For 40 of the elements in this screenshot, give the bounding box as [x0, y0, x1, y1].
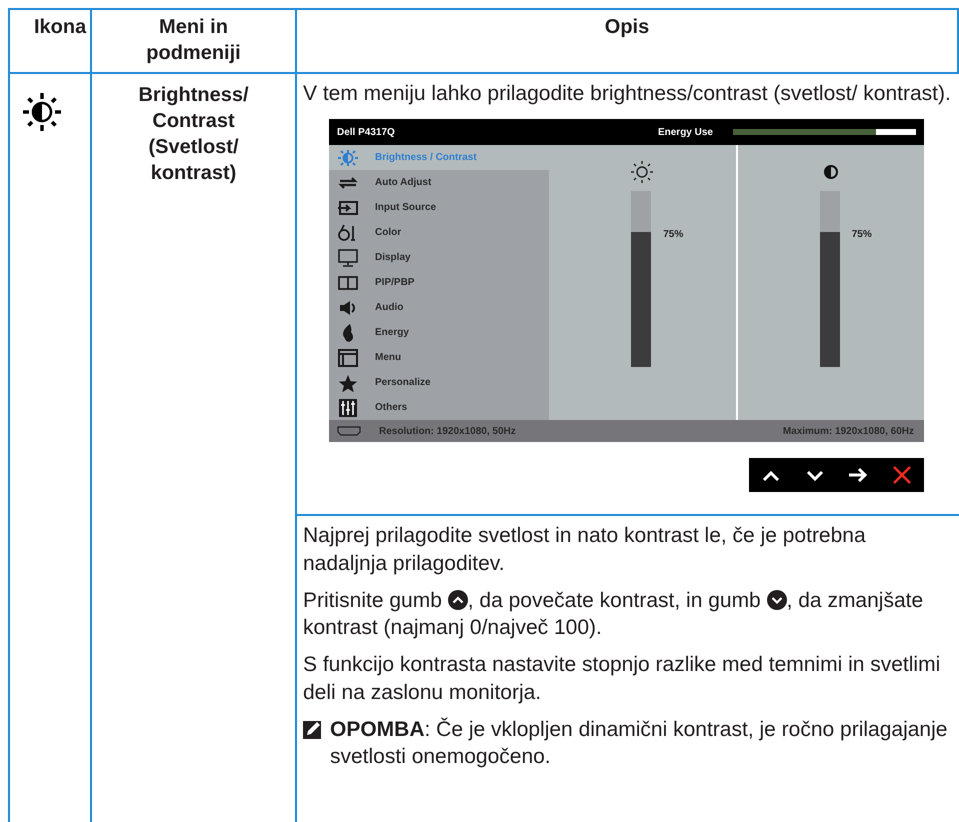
model-name: Dell P4317Q [337, 126, 396, 138]
slider-value: 75% [663, 229, 684, 242]
round-down-button-icon [766, 590, 787, 610]
description-text: Najprej prilagodite svetlost in nato kontrast le, če je potrebna nadaljnja prilagoditev. [303, 523, 867, 577]
osd-menu-item[interactable]: PIP/PBP [329, 270, 549, 296]
level-slider[interactable] [631, 191, 652, 368]
osd-menu-item[interactable]: Personalize [329, 370, 549, 396]
menu-item-icon [337, 248, 359, 267]
pencil-icon [303, 719, 323, 740]
energy-use-label: Energy Use [658, 126, 713, 138]
slider-value: 75% [852, 229, 873, 242]
column-header: Meni in podmeniji [92, 10, 297, 74]
osd-menu-item[interactable]: Energy [329, 320, 549, 346]
description-text: Pritisnite gumb , da povečate kontrast, in gumb , da zmanjšate kontrast (najmanj 0/največ 100). [303, 588, 924, 642]
osd-menu-item[interactable]: Input Source [329, 195, 549, 220]
menu-item-icon [337, 374, 359, 392]
brightness-contrast-icon [22, 92, 62, 132]
description-text: S funkcijo kontrasta nastavite stopnjo razlike med temnimi in svetlimi deli na zaslonu monitorja. [303, 652, 942, 706]
maximum-resolution-text: Maximum: 1920x1080, 60Hz [782, 426, 914, 437]
level-slider[interactable] [820, 191, 840, 368]
osd-menu-item[interactable]: Others [329, 395, 549, 420]
menu-item-icon [337, 148, 359, 167]
hdmi-port-icon [337, 426, 361, 436]
osd-menu-item[interactable]: Color [329, 220, 549, 246]
osd-menu-item[interactable]: Auto Adjust [329, 170, 549, 196]
description-text: V tem meniju lahko prilagodite brightness/contrast (svetlost/ kontrast). [303, 81, 952, 107]
menu-item-icon [337, 348, 359, 367]
osd-menu-item[interactable]: Display [329, 245, 549, 270]
round-up-button-icon [448, 590, 468, 610]
menu-item-icon [337, 274, 359, 292]
menu-item-icon [337, 398, 359, 417]
osd-menu-item[interactable]: Menu [329, 345, 549, 370]
column-header: Ikona [10, 10, 92, 74]
menu-item-icon [337, 198, 359, 217]
osd-menu-item[interactable]: Audio [329, 295, 549, 320]
note-text: OPOMBA: Če je vklopljen dinamični kontrast, je ročno prilagajanje svetlosti onemogočeno. [330, 716, 948, 770]
column-header: Opis [297, 10, 959, 74]
resolution-text: Resolution: 1920x1080, 50Hz [379, 426, 517, 437]
sun-icon [629, 159, 656, 186]
menu-name: Brightness/ Contrast (Svetlost/ kontrast) [137, 83, 250, 186]
